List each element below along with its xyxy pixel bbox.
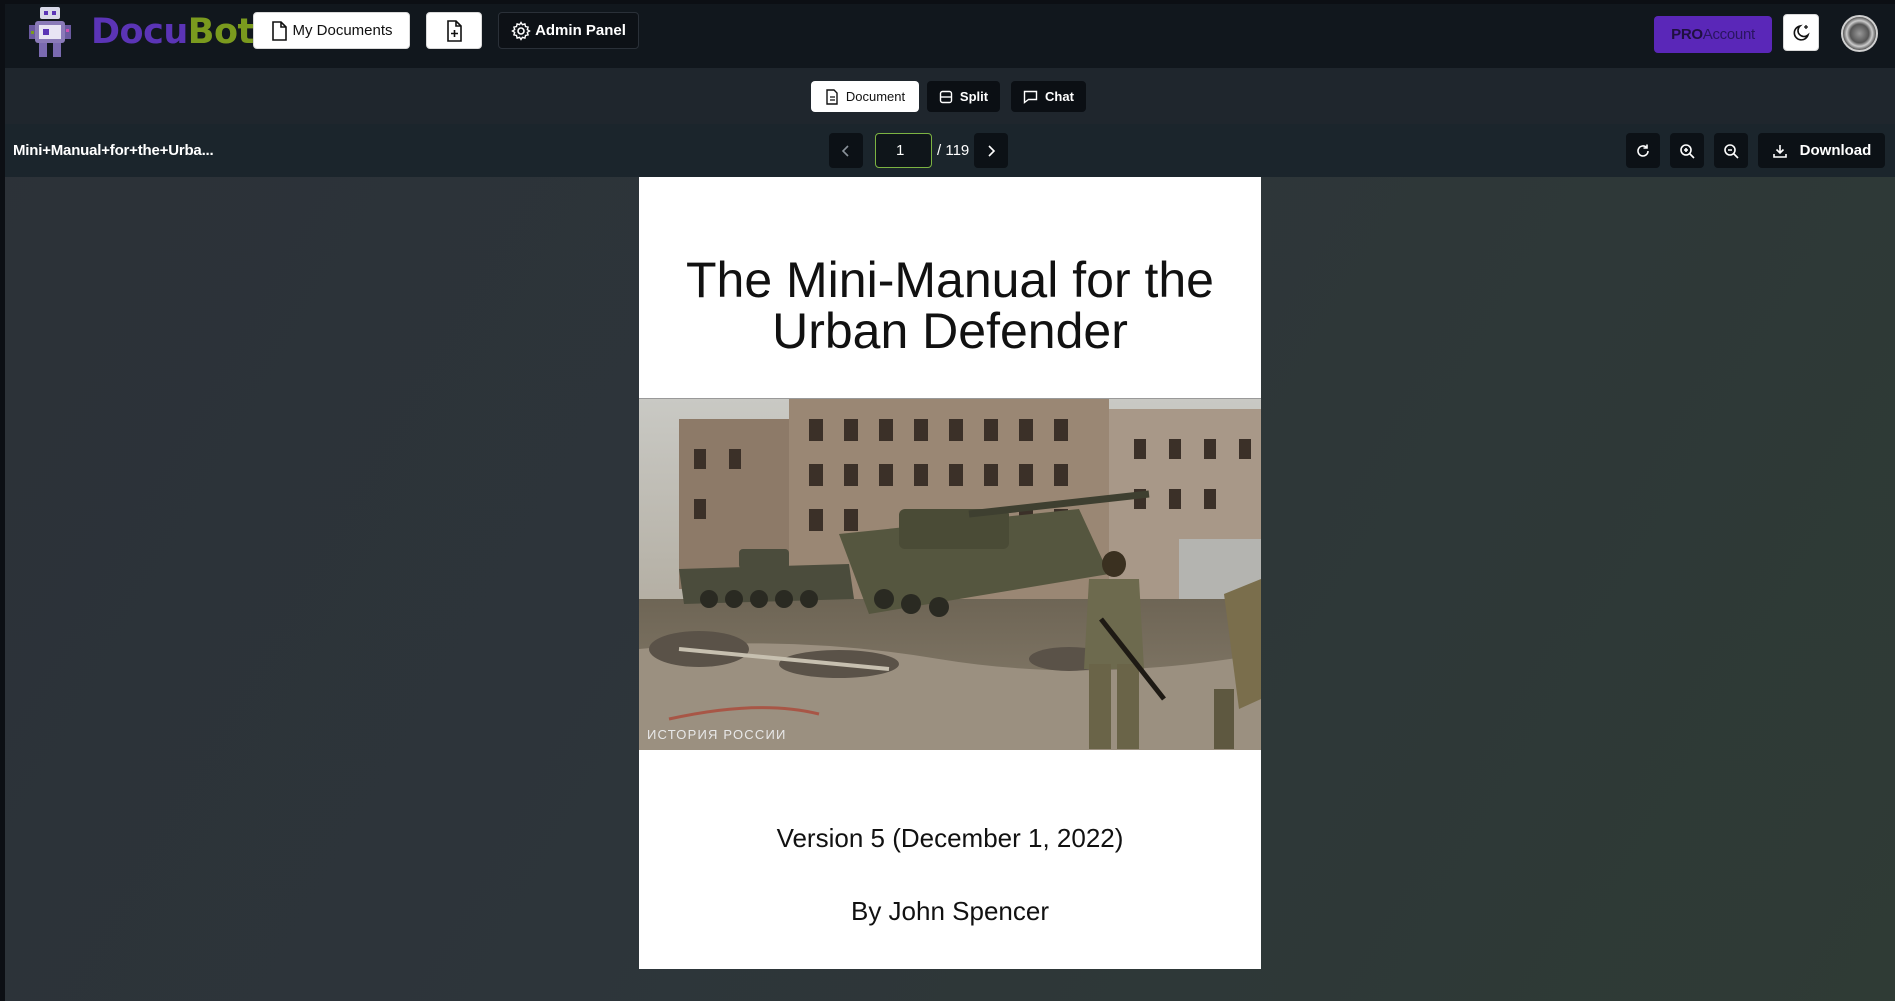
document-title: The Mini-Manual for the Urban Defender	[639, 255, 1261, 357]
refresh-icon	[1637, 144, 1649, 157]
tab-split-label: Split	[959, 89, 989, 104]
cover-photo: ИСТОРИЯ РОССИИ	[639, 398, 1261, 750]
brand-part-2: Bot	[187, 12, 254, 52]
cover-photo-caption: ИСТОРИЯ РОССИИ	[647, 727, 787, 742]
my-documents-button[interactable]: My Documents	[253, 12, 410, 49]
download-button[interactable]: Download	[1758, 133, 1885, 168]
document-icon	[826, 88, 838, 105]
user-avatar[interactable]	[1841, 15, 1878, 52]
download-label: Download	[1799, 142, 1872, 159]
robot-logo-icon[interactable]	[25, 5, 75, 61]
download-icon	[1772, 144, 1787, 158]
reload-button[interactable]	[1626, 133, 1660, 168]
document-version: Version 5 (December 1, 2022)	[776, 823, 1124, 853]
my-documents-label: My Documents	[292, 22, 393, 39]
document-file-name: Mini+Manual+for+the+Urba...	[13, 142, 214, 159]
view-mode-bar: Document Split Chat	[5, 68, 1895, 124]
brand-part-1: Docu	[91, 12, 188, 52]
file-icon	[272, 20, 288, 41]
gear-icon	[511, 20, 531, 41]
moon-stars-icon	[1793, 24, 1810, 41]
tab-split-view[interactable]: Split	[927, 81, 1000, 112]
account-label: Account	[1702, 26, 1755, 43]
tab-document-label: Document	[845, 89, 906, 104]
page-number-input[interactable]	[875, 133, 932, 168]
zoom-out-button[interactable]	[1714, 133, 1748, 168]
document-page: The Mini-Manual for the Urban Defender И…	[639, 177, 1261, 969]
chevron-right-icon	[988, 144, 996, 157]
chat-bubble-icon	[1023, 90, 1038, 104]
top-navigation-bar: DocuBot My Documents Admin Panel PRO Acco…	[5, 4, 1895, 68]
cover-photo-image: ИСТОРИЯ РОССИИ	[639, 399, 1261, 750]
document-author: By John Spencer	[850, 896, 1049, 926]
next-page-button[interactable]	[974, 133, 1008, 168]
theme-toggle-button[interactable]	[1783, 14, 1819, 51]
zoom-in-icon	[1680, 143, 1695, 159]
tab-chat-label: Chat	[1045, 89, 1074, 104]
upload-document-button[interactable]	[426, 12, 482, 49]
split-icon	[939, 90, 953, 103]
zoom-in-button[interactable]	[1670, 133, 1704, 168]
admin-panel-button[interactable]: Admin Panel	[498, 12, 639, 49]
document-title-line-1: The Mini-Manual for the	[685, 252, 1214, 308]
tab-document-view[interactable]: Document	[811, 81, 919, 112]
tab-chat-view[interactable]: Chat	[1011, 81, 1086, 112]
file-plus-icon	[447, 19, 462, 42]
admin-panel-label: Admin Panel	[535, 22, 626, 39]
brand-logo-text[interactable]: DocuBot	[91, 12, 254, 52]
pro-label: PRO	[1671, 26, 1703, 43]
document-toolbar: Mini+Manual+for+the+Urba... / 119 Downlo…	[5, 124, 1895, 177]
chevron-left-icon	[841, 144, 849, 157]
zoom-out-icon	[1724, 143, 1739, 159]
document-title-line-2: Urban Defender	[772, 303, 1128, 359]
pro-account-button[interactable]: PRO Account	[1654, 16, 1772, 53]
page-total-count: / 119	[937, 142, 970, 159]
previous-page-button[interactable]	[829, 133, 863, 168]
